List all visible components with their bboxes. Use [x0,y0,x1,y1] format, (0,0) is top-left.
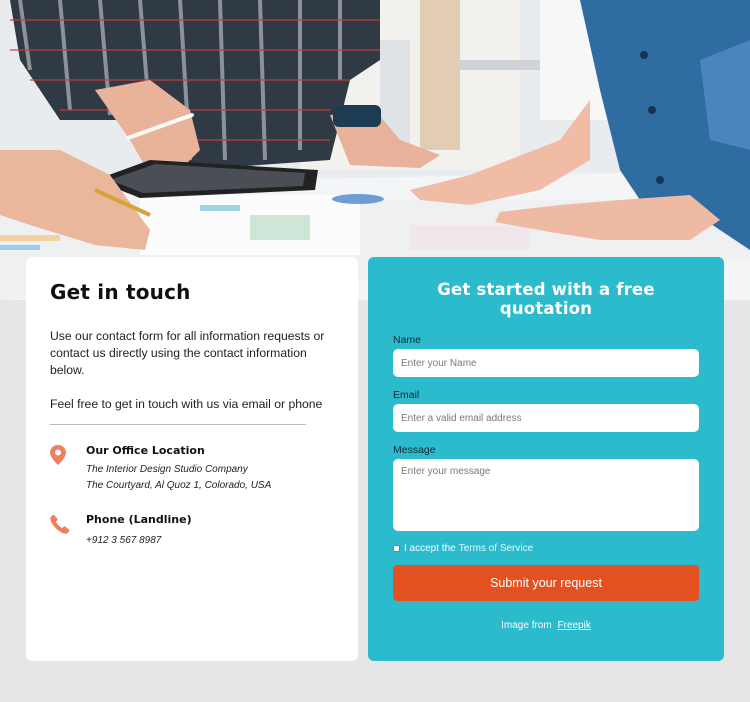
terms-row: I accept the Terms of Service [393,543,699,554]
email-input[interactable] [393,404,699,432]
image-credit: Image from Freepik [393,620,699,631]
hero-image [0,0,750,300]
email-label: Email [393,389,420,401]
form-title: Get started with a free quotation [437,280,655,318]
quotation-form: Get started with a free quotation Name E… [368,257,724,661]
freepik-link[interactable]: Freepik [558,620,591,631]
office-title: Our Office Location [86,444,205,457]
submit-button[interactable]: Submit your request [393,565,699,601]
phone-contact: Phone (Landline) +912 3 567 8987 [50,513,334,546]
office-address: The Courtyard, Al Quoz 1, Colorado, USA [86,480,272,491]
divider [50,424,306,425]
name-input[interactable] [393,349,699,377]
phone-number: +912 3 567 8987 [86,535,162,546]
name-label: Name [393,334,422,346]
message-label: Message [393,444,436,456]
message-textarea[interactable] [393,459,699,531]
terms-checkbox[interactable] [393,545,400,552]
map-pin-icon [50,444,86,491]
office-location: Our Office Location The Interior Design … [50,444,334,491]
intro-text: Use our contact form for all information… [50,329,325,377]
office-company: The Interior Design Studio Company [86,464,248,475]
terms-label: I accept the [404,543,456,554]
contact-info-card: Get in touch Use our contact form for al… [26,257,358,661]
terms-link[interactable]: Terms of Service [459,543,533,554]
credit-label: Image from [501,620,552,631]
page-title: Get in touch [50,280,191,304]
phone-title: Phone (Landline) [86,513,192,526]
intro-text-secondary: Feel free to get in touch with us via em… [50,397,323,411]
phone-icon [50,513,86,546]
